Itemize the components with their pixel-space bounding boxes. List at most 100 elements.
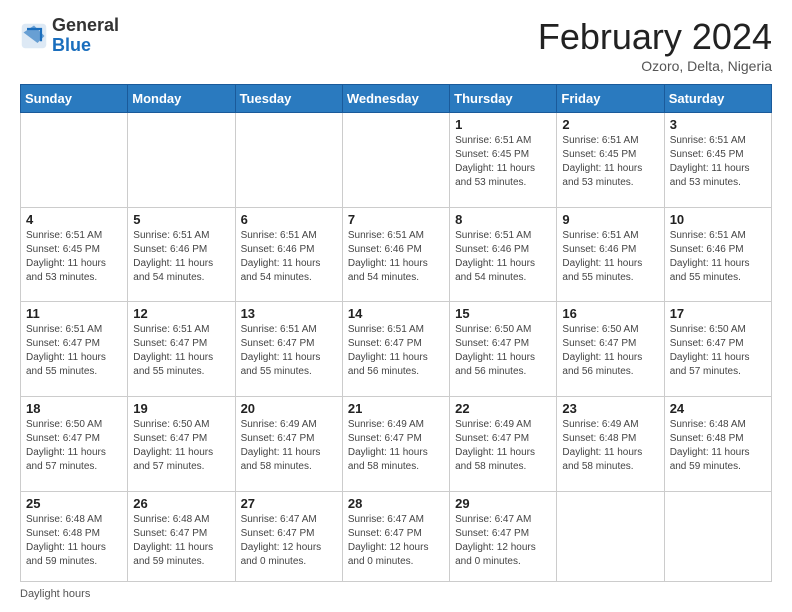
day-number: 6: [241, 212, 337, 227]
calendar-cell: 24Sunrise: 6:48 AM Sunset: 6:48 PM Dayli…: [664, 397, 771, 492]
day-number: 9: [562, 212, 658, 227]
logo: General Blue: [20, 16, 119, 56]
calendar-cell: [342, 113, 449, 208]
day-info: Sunrise: 6:51 AM Sunset: 6:45 PM Dayligh…: [562, 134, 658, 190]
calendar-cell: 28 Sunrise: 6:47 AM Sunset: 6:47 PM Dayli…: [342, 491, 449, 581]
calendar-cell: 10 Sunrise: 6:51 AM Sunset: 6:46 PM Dayli…: [664, 207, 771, 302]
day-info: Sunrise: 6:48 AM Sunset: 6:47 PM Dayligh…: [133, 513, 229, 569]
subtitle: Ozoro, Delta, Nigeria: [538, 58, 772, 74]
day-number: 27: [241, 496, 337, 511]
day-number: 13: [241, 306, 337, 321]
calendar-cell: 22 Sunrise: 6:49 AM Sunset: 6:47 PM Dayli…: [450, 397, 557, 492]
day-number: 29: [455, 496, 551, 511]
logo-text: General Blue: [52, 16, 119, 56]
day-number: 4: [26, 212, 122, 227]
calendar-cell: 23 Sunrise: 6:49 AM Sunset: 6:48 PM Dayli…: [557, 397, 664, 492]
day-number: 28: [348, 496, 444, 511]
calendar-cell: 6Sunrise: 6:51 AM Sunset: 6:46 PM Daylig…: [235, 207, 342, 302]
calendar-cell: 1Sunrise: 6:51 AM Sunset: 6:45 PM Daylig…: [450, 113, 557, 208]
calendar-cell: 20Sunrise: 6:49 AM Sunset: 6:47 PM Dayli…: [235, 397, 342, 492]
day-info: Sunrise: 6:51 AM Sunset: 6:46 PM Dayligh…: [562, 229, 658, 285]
day-number: 17: [670, 306, 766, 321]
day-number: 21: [348, 401, 444, 416]
calendar-cell: [557, 491, 664, 581]
day-info: Sunrise: 6:47 AM Sunset: 6:47 PM Dayligh…: [241, 513, 337, 569]
calendar-cell: 13 Sunrise: 6:51 AM Sunset: 6:47 PM Dayli…: [235, 302, 342, 397]
calendar-cell: [235, 113, 342, 208]
day-number: 14: [348, 306, 444, 321]
day-info: Sunrise: 6:49 AM Sunset: 6:48 PM Dayligh…: [562, 418, 658, 474]
day-header-monday: Monday: [128, 85, 235, 113]
day-number: 15: [455, 306, 551, 321]
calendar-cell: 9 Sunrise: 6:51 AM Sunset: 6:46 PM Daylig…: [557, 207, 664, 302]
day-number: 7: [348, 212, 444, 227]
day-info: Sunrise: 6:50 AM Sunset: 6:47 PM Dayligh…: [133, 418, 229, 474]
logo-blue: Blue: [52, 35, 91, 55]
calendar-cell: 18Sunrise: 6:50 AM Sunset: 6:47 PM Dayli…: [21, 397, 128, 492]
calendar-cell: 21 Sunrise: 6:49 AM Sunset: 6:47 PM Dayli…: [342, 397, 449, 492]
day-number: 23: [562, 401, 658, 416]
header: General Blue February 2024 Ozoro, Delta,…: [20, 16, 772, 74]
day-number: 25: [26, 496, 122, 511]
calendar-cell: 26 Sunrise: 6:48 AM Sunset: 6:47 PM Dayli…: [128, 491, 235, 581]
day-number: 8: [455, 212, 551, 227]
day-number: 12: [133, 306, 229, 321]
day-header-friday: Friday: [557, 85, 664, 113]
day-info: Sunrise: 6:51 AM Sunset: 6:47 PM Dayligh…: [26, 323, 122, 379]
calendar-cell: [128, 113, 235, 208]
day-number: 18: [26, 401, 122, 416]
day-info: Sunrise: 6:49 AM Sunset: 6:47 PM Dayligh…: [348, 418, 444, 474]
day-info: Sunrise: 6:51 AM Sunset: 6:45 PM Dayligh…: [670, 134, 766, 190]
calendar-cell: 27 Sunrise: 6:47 AM Sunset: 6:47 PM Dayli…: [235, 491, 342, 581]
calendar-cell: 4 Sunrise: 6:51 AM Sunset: 6:45 PM Daylig…: [21, 207, 128, 302]
month-title: February 2024: [538, 16, 772, 58]
logo-icon: [20, 22, 48, 50]
page: General Blue February 2024 Ozoro, Delta,…: [0, 0, 792, 612]
calendar-cell: 11 Sunrise: 6:51 AM Sunset: 6:47 PM Dayli…: [21, 302, 128, 397]
day-number: 19: [133, 401, 229, 416]
calendar-cell: [664, 491, 771, 581]
day-info: Sunrise: 6:50 AM Sunset: 6:47 PM Dayligh…: [562, 323, 658, 379]
calendar-cell: 5 Sunrise: 6:51 AM Sunset: 6:46 PM Daylig…: [128, 207, 235, 302]
calendar-cell: 16 Sunrise: 6:50 AM Sunset: 6:47 PM Dayli…: [557, 302, 664, 397]
day-info: Sunrise: 6:49 AM Sunset: 6:47 PM Dayligh…: [455, 418, 551, 474]
day-header-sunday: Sunday: [21, 85, 128, 113]
day-number: 26: [133, 496, 229, 511]
day-number: 22: [455, 401, 551, 416]
day-info: Sunrise: 6:51 AM Sunset: 6:45 PM Dayligh…: [26, 229, 122, 285]
day-number: 16: [562, 306, 658, 321]
day-number: 2: [562, 117, 658, 132]
day-info: Sunrise: 6:50 AM Sunset: 6:47 PM Dayligh…: [455, 323, 551, 379]
day-info: Sunrise: 6:51 AM Sunset: 6:46 PM Dayligh…: [455, 229, 551, 285]
day-info: Sunrise: 6:51 AM Sunset: 6:47 PM Dayligh…: [241, 323, 337, 379]
calendar-cell: 8 Sunrise: 6:51 AM Sunset: 6:46 PM Daylig…: [450, 207, 557, 302]
logo-general: General: [52, 15, 119, 35]
calendar-cell: 15 Sunrise: 6:50 AM Sunset: 6:47 PM Dayli…: [450, 302, 557, 397]
day-info: Sunrise: 6:47 AM Sunset: 6:47 PM Dayligh…: [348, 513, 444, 569]
calendar-cell: [21, 113, 128, 208]
week-row-4: 25 Sunrise: 6:48 AM Sunset: 6:48 PM Dayli…: [21, 491, 772, 581]
calendar-cell: 17 Sunrise: 6:50 AM Sunset: 6:47 PM Dayli…: [664, 302, 771, 397]
calendar-cell: 7 Sunrise: 6:51 AM Sunset: 6:46 PM Daylig…: [342, 207, 449, 302]
week-row-3: 18 Sunrise: 6:50 AM Sunset: 6:47 PM Dayli…: [21, 397, 772, 492]
calendar-cell: 19 Sunrise: 6:50 AM Sunset: 6:47 PM Dayli…: [128, 397, 235, 492]
calendar-cell: 29Sunrise: 6:47 AM Sunset: 6:47 PM Dayli…: [450, 491, 557, 581]
day-header-wednesday: Wednesday: [342, 85, 449, 113]
week-row-2: 11 Sunrise: 6:51 AM Sunset: 6:47 PM Dayli…: [21, 302, 772, 397]
day-number: 5: [133, 212, 229, 227]
day-number: 3: [670, 117, 766, 132]
day-number: 10: [670, 212, 766, 227]
day-number: 24: [670, 401, 766, 416]
calendar-table: SundayMondayTuesdayWednesdayThursdayFrid…: [20, 84, 772, 582]
day-info: Sunrise: 6:48 AM Sunset: 6:48 PM Dayligh…: [26, 513, 122, 569]
day-number: 20: [241, 401, 337, 416]
day-number: 11: [26, 306, 122, 321]
calendar-cell: 25 Sunrise: 6:48 AM Sunset: 6:48 PM Dayli…: [21, 491, 128, 581]
day-info: Sunrise: 6:51 AM Sunset: 6:46 PM Dayligh…: [670, 229, 766, 285]
day-info: Sunrise: 6:50 AM Sunset: 6:47 PM Dayligh…: [670, 323, 766, 379]
day-info: Sunrise: 6:51 AM Sunset: 6:46 PM Dayligh…: [133, 229, 229, 285]
day-info: Sunrise: 6:51 AM Sunset: 6:46 PM Dayligh…: [348, 229, 444, 285]
day-info: Sunrise: 6:51 AM Sunset: 6:45 PM Dayligh…: [455, 134, 551, 190]
day-info: Sunrise: 6:51 AM Sunset: 6:47 PM Dayligh…: [133, 323, 229, 379]
calendar-cell: 14Sunrise: 6:51 AM Sunset: 6:47 PM Dayli…: [342, 302, 449, 397]
